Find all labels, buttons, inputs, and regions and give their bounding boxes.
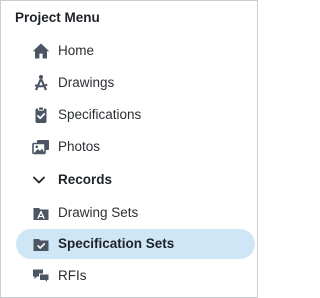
chevron-down-icon	[33, 176, 45, 184]
menu-item-home[interactable]: Home	[1, 36, 257, 66]
menu-item-drawings[interactable]: Drawings	[1, 68, 257, 98]
menu-item-specification-sets[interactable]: Specification Sets	[16, 229, 255, 259]
menu-item-rfis[interactable]: RFIs	[1, 261, 257, 291]
records-section-toggle[interactable]: Records	[1, 165, 257, 195]
chat-bubbles-icon	[32, 267, 50, 285]
menu-item-specifications-label: Specifications	[58, 107, 142, 122]
menu-item-home-label: Home	[58, 43, 95, 58]
photos-icon	[32, 138, 50, 156]
drafting-compass-icon	[32, 74, 50, 92]
menu-item-photos[interactable]: Photos	[1, 132, 257, 162]
menu-item-drawing-sets-label: Drawing Sets	[58, 205, 139, 220]
menu-item-drawings-label: Drawings	[58, 75, 115, 90]
project-menu-panel: Project Menu Home Drawings Specification…	[0, 0, 258, 298]
records-section-label: Records	[58, 172, 113, 187]
menu-item-specifications[interactable]: Specifications	[1, 100, 257, 130]
menu-item-rfis-label: RFIs	[58, 268, 87, 283]
menu-title: Project Menu	[15, 10, 100, 25]
drawing-set-icon	[32, 204, 50, 222]
menu-item-drawing-sets[interactable]: Drawing Sets	[1, 198, 257, 228]
specification-set-icon	[32, 235, 50, 253]
menu-item-photos-label: Photos	[58, 139, 101, 154]
home-icon	[32, 42, 50, 60]
clipboard-check-icon	[32, 106, 50, 124]
menu-item-specification-sets-label: Specification Sets	[58, 236, 175, 251]
